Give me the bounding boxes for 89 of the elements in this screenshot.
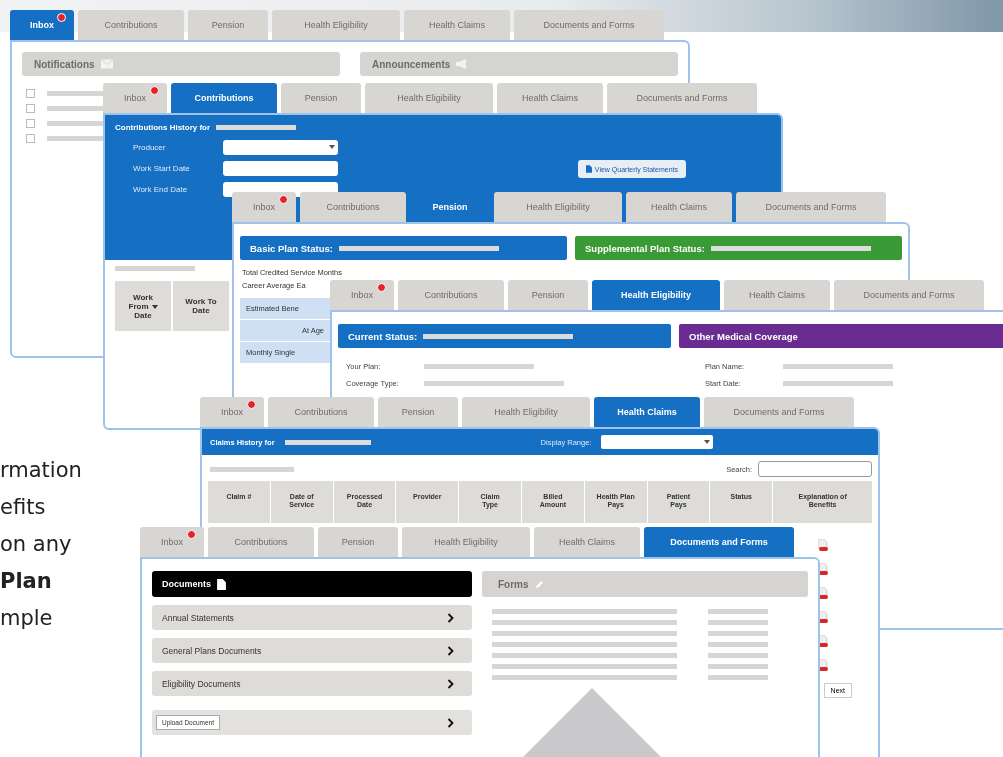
placeholder-bar — [708, 609, 768, 614]
tab[interactable]: Documents and Forms — [607, 83, 757, 113]
tab[interactable]: Health Eligibility — [462, 397, 590, 427]
tab[interactable]: Documents and Forms — [514, 10, 664, 40]
column-header[interactable]: Work From Date — [115, 281, 171, 331]
tab[interactable]: Inbox — [200, 397, 264, 427]
pdf-file-icon[interactable] — [818, 539, 828, 551]
placeholder-bar — [47, 91, 105, 96]
tab[interactable]: Health Eligibility — [365, 83, 493, 113]
field-label: Producer — [133, 143, 167, 152]
intro-text: mple — [0, 605, 53, 632]
tab[interactable]: Inbox — [10, 10, 74, 40]
tab[interactable]: Pension — [318, 527, 398, 557]
status-bar: Basic Plan Status: — [240, 236, 567, 260]
chevron-right-icon — [447, 645, 454, 656]
panel-title: Contributions History for — [115, 123, 211, 132]
tab[interactable]: Inbox — [330, 280, 394, 310]
section-title: Forms — [498, 578, 529, 590]
tab[interactable]: Health Claims — [497, 83, 603, 113]
field-label: Work Start Date — [133, 164, 191, 173]
tab[interactable]: Documents and Forms — [704, 397, 854, 427]
tab[interactable]: Health Eligibility — [402, 527, 530, 557]
dropdown-arrow-icon — [704, 440, 711, 444]
chevron-right-icon — [447, 678, 454, 689]
section-title: Notifications — [34, 58, 95, 70]
intro-text: Plan — [0, 568, 52, 595]
dropdown-field[interactable] — [601, 435, 714, 449]
date-field[interactable] — [223, 161, 338, 176]
placeholder-bar — [708, 620, 768, 625]
search-field[interactable] — [758, 461, 872, 477]
tab[interactable]: Health Eligibility — [494, 192, 622, 222]
tab[interactable]: Contributions — [208, 527, 314, 557]
intro-text: rmation — [0, 457, 82, 484]
placeholder-bar — [708, 675, 768, 680]
checkbox[interactable] — [26, 89, 35, 98]
placeholder-bar — [708, 631, 768, 636]
tab[interactable]: Documents and Forms — [834, 280, 984, 310]
tab[interactable]: Contributions — [300, 192, 406, 222]
tab[interactable]: Health Claims — [404, 10, 510, 40]
tab[interactable]: Documents and Forms — [644, 527, 794, 557]
tab[interactable]: Contributions — [78, 10, 184, 40]
tab[interactable]: Inbox — [140, 527, 204, 557]
document-category[interactable]: General Plans Documents — [152, 638, 472, 663]
chevron-right-icon — [447, 612, 454, 623]
placeholder-bar — [708, 664, 768, 669]
dropdown-field[interactable] — [223, 140, 338, 155]
tab[interactable]: Inbox — [232, 192, 296, 222]
intro-text: on any — [0, 531, 72, 558]
pencil-icon — [534, 578, 544, 590]
tab[interactable]: Pension — [508, 280, 588, 310]
tab[interactable]: Health Eligibility — [592, 280, 720, 310]
placeholder-bar — [708, 642, 768, 647]
placeholder-bar — [47, 106, 105, 111]
document-category[interactable]: Annual Statements — [152, 605, 472, 630]
checkbox[interactable] — [26, 134, 35, 143]
tab[interactable]: Contributions — [171, 83, 277, 113]
section-title: Documents — [162, 579, 211, 589]
tab[interactable]: Health Eligibility — [272, 10, 400, 40]
placeholder-bar — [47, 136, 105, 141]
tab[interactable]: Health Claims — [534, 527, 640, 557]
checkbox[interactable] — [26, 104, 35, 113]
intro-text: efits — [0, 494, 46, 521]
section-title: Announcements — [372, 58, 451, 70]
tab[interactable]: Pension — [378, 397, 458, 427]
dropdown-arrow-icon — [329, 145, 335, 149]
tab[interactable]: Health Claims — [724, 280, 830, 310]
tab[interactable]: Pension — [281, 83, 361, 113]
field-label: Work End Date — [133, 185, 189, 194]
tab[interactable]: Contributions — [398, 280, 504, 310]
status-bar: Current Status: — [338, 324, 671, 348]
tab[interactable]: Health Claims — [594, 397, 700, 427]
tab[interactable]: Inbox — [103, 83, 167, 113]
tab[interactable]: Documents and Forms — [736, 192, 886, 222]
placeholder-bar — [708, 653, 768, 658]
checkbox[interactable] — [26, 119, 35, 128]
document-icon — [585, 165, 592, 173]
tab[interactable]: Pension — [188, 10, 268, 40]
chevron-right-icon — [447, 717, 454, 728]
status-bar: Other Medical Coverage — [679, 324, 1003, 348]
placeholder-bar — [47, 121, 105, 126]
megaphone-icon — [456, 59, 469, 69]
document-icon — [217, 578, 226, 590]
envelope-icon — [100, 59, 113, 69]
column-header[interactable]: Work To Date — [173, 281, 229, 331]
sort-caret-icon — [151, 304, 158, 309]
document-category[interactable]: Eligibility Documents — [152, 671, 472, 696]
status-bar: Supplemental Plan Status: — [575, 236, 902, 260]
tab[interactable]: Health Claims — [626, 192, 732, 222]
tab[interactable]: Contributions — [268, 397, 374, 427]
